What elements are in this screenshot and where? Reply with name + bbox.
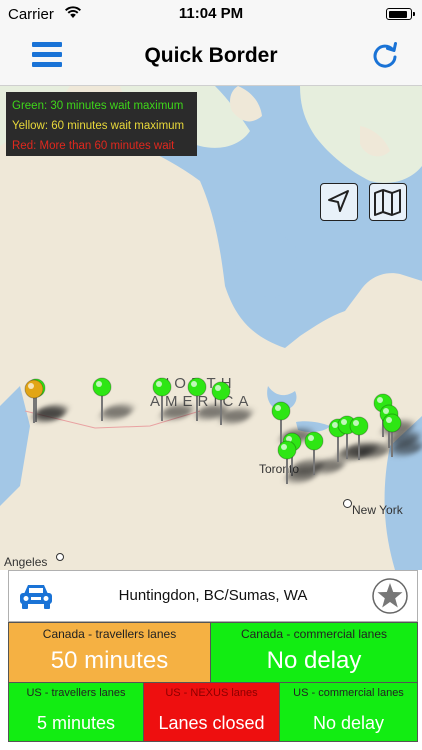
battery-icon (386, 8, 415, 20)
battery-fill (388, 10, 407, 18)
canada-travellers-label: Canada - travellers lanes (42, 627, 177, 641)
status-bar: Carrier 11:04 PM (0, 0, 422, 30)
clock: 11:04 PM (178, 5, 244, 22)
legend-green: Green: 30 minutes wait maximum (12, 100, 184, 112)
map-pin[interactable] (92, 377, 112, 423)
city-dot-new-york (343, 499, 352, 508)
map-pin[interactable] (382, 413, 402, 459)
us-travellers-value: 5 minutes (36, 713, 116, 733)
us-commercial-label: US - commercial lanes (293, 687, 404, 699)
canada-travellers-value: 50 minutes (50, 647, 169, 674)
canada-travellers-cell: Canada - travellers lanes 50 minutes (8, 622, 211, 683)
city-dot-los-angeles (56, 553, 64, 561)
us-commercial-cell: US - commercial lanes No delay (279, 682, 418, 742)
us-travellers-label: US - travellers lanes (26, 687, 126, 699)
map-pin[interactable] (211, 381, 231, 427)
locate-button[interactable] (320, 183, 358, 221)
map-pin[interactable] (187, 377, 207, 423)
canada-commercial-label: Canada - commercial lanes (240, 627, 388, 641)
canada-commercial-value: No delay (266, 647, 362, 674)
city-label-new-york: New York (352, 503, 403, 517)
city-label-los-angeles: Angeles (4, 555, 48, 569)
map-pin[interactable] (277, 440, 297, 486)
map-pin[interactable] (349, 416, 369, 462)
map-pin[interactable] (24, 379, 44, 425)
us-nexus-cell: US - NEXUS lanes Lanes closed (143, 682, 280, 742)
map-canvas[interactable] (0, 86, 422, 570)
star-icon[interactable] (371, 577, 409, 615)
map-pin[interactable] (304, 431, 324, 477)
wait-time-legend: Green: 30 minutes wait maximum Yellow: 6… (6, 92, 197, 156)
us-nexus-value: Lanes closed (158, 713, 265, 733)
map-type-button[interactable] (369, 183, 407, 221)
us-nexus-label: US - NEXUS lanes (165, 687, 258, 699)
legend-yellow: Yellow: 60 minutes wait maximum (12, 120, 185, 132)
map-pin[interactable] (152, 377, 172, 423)
page-title: Quick Border (144, 44, 278, 67)
us-travellers-cell: US - travellers lanes 5 minutes (8, 682, 144, 742)
us-commercial-value: No delay (312, 713, 385, 733)
selected-crossing-panel: Huntingdon, BC/Sumas, WA (8, 570, 418, 622)
map-icon (374, 189, 401, 216)
location-arrow-icon (328, 190, 349, 212)
map-view[interactable]: NORTH AMERICA Toronto New York Angeles (0, 86, 422, 570)
navigation-bar: Quick Border (0, 30, 422, 86)
legend-red: Red: More than 60 minutes wait (12, 140, 175, 152)
refresh-icon[interactable] (370, 40, 400, 70)
canada-commercial-cell: Canada - commercial lanes No delay (210, 622, 418, 683)
crossing-name: Huntingdon, BC/Sumas, WA (118, 587, 308, 604)
